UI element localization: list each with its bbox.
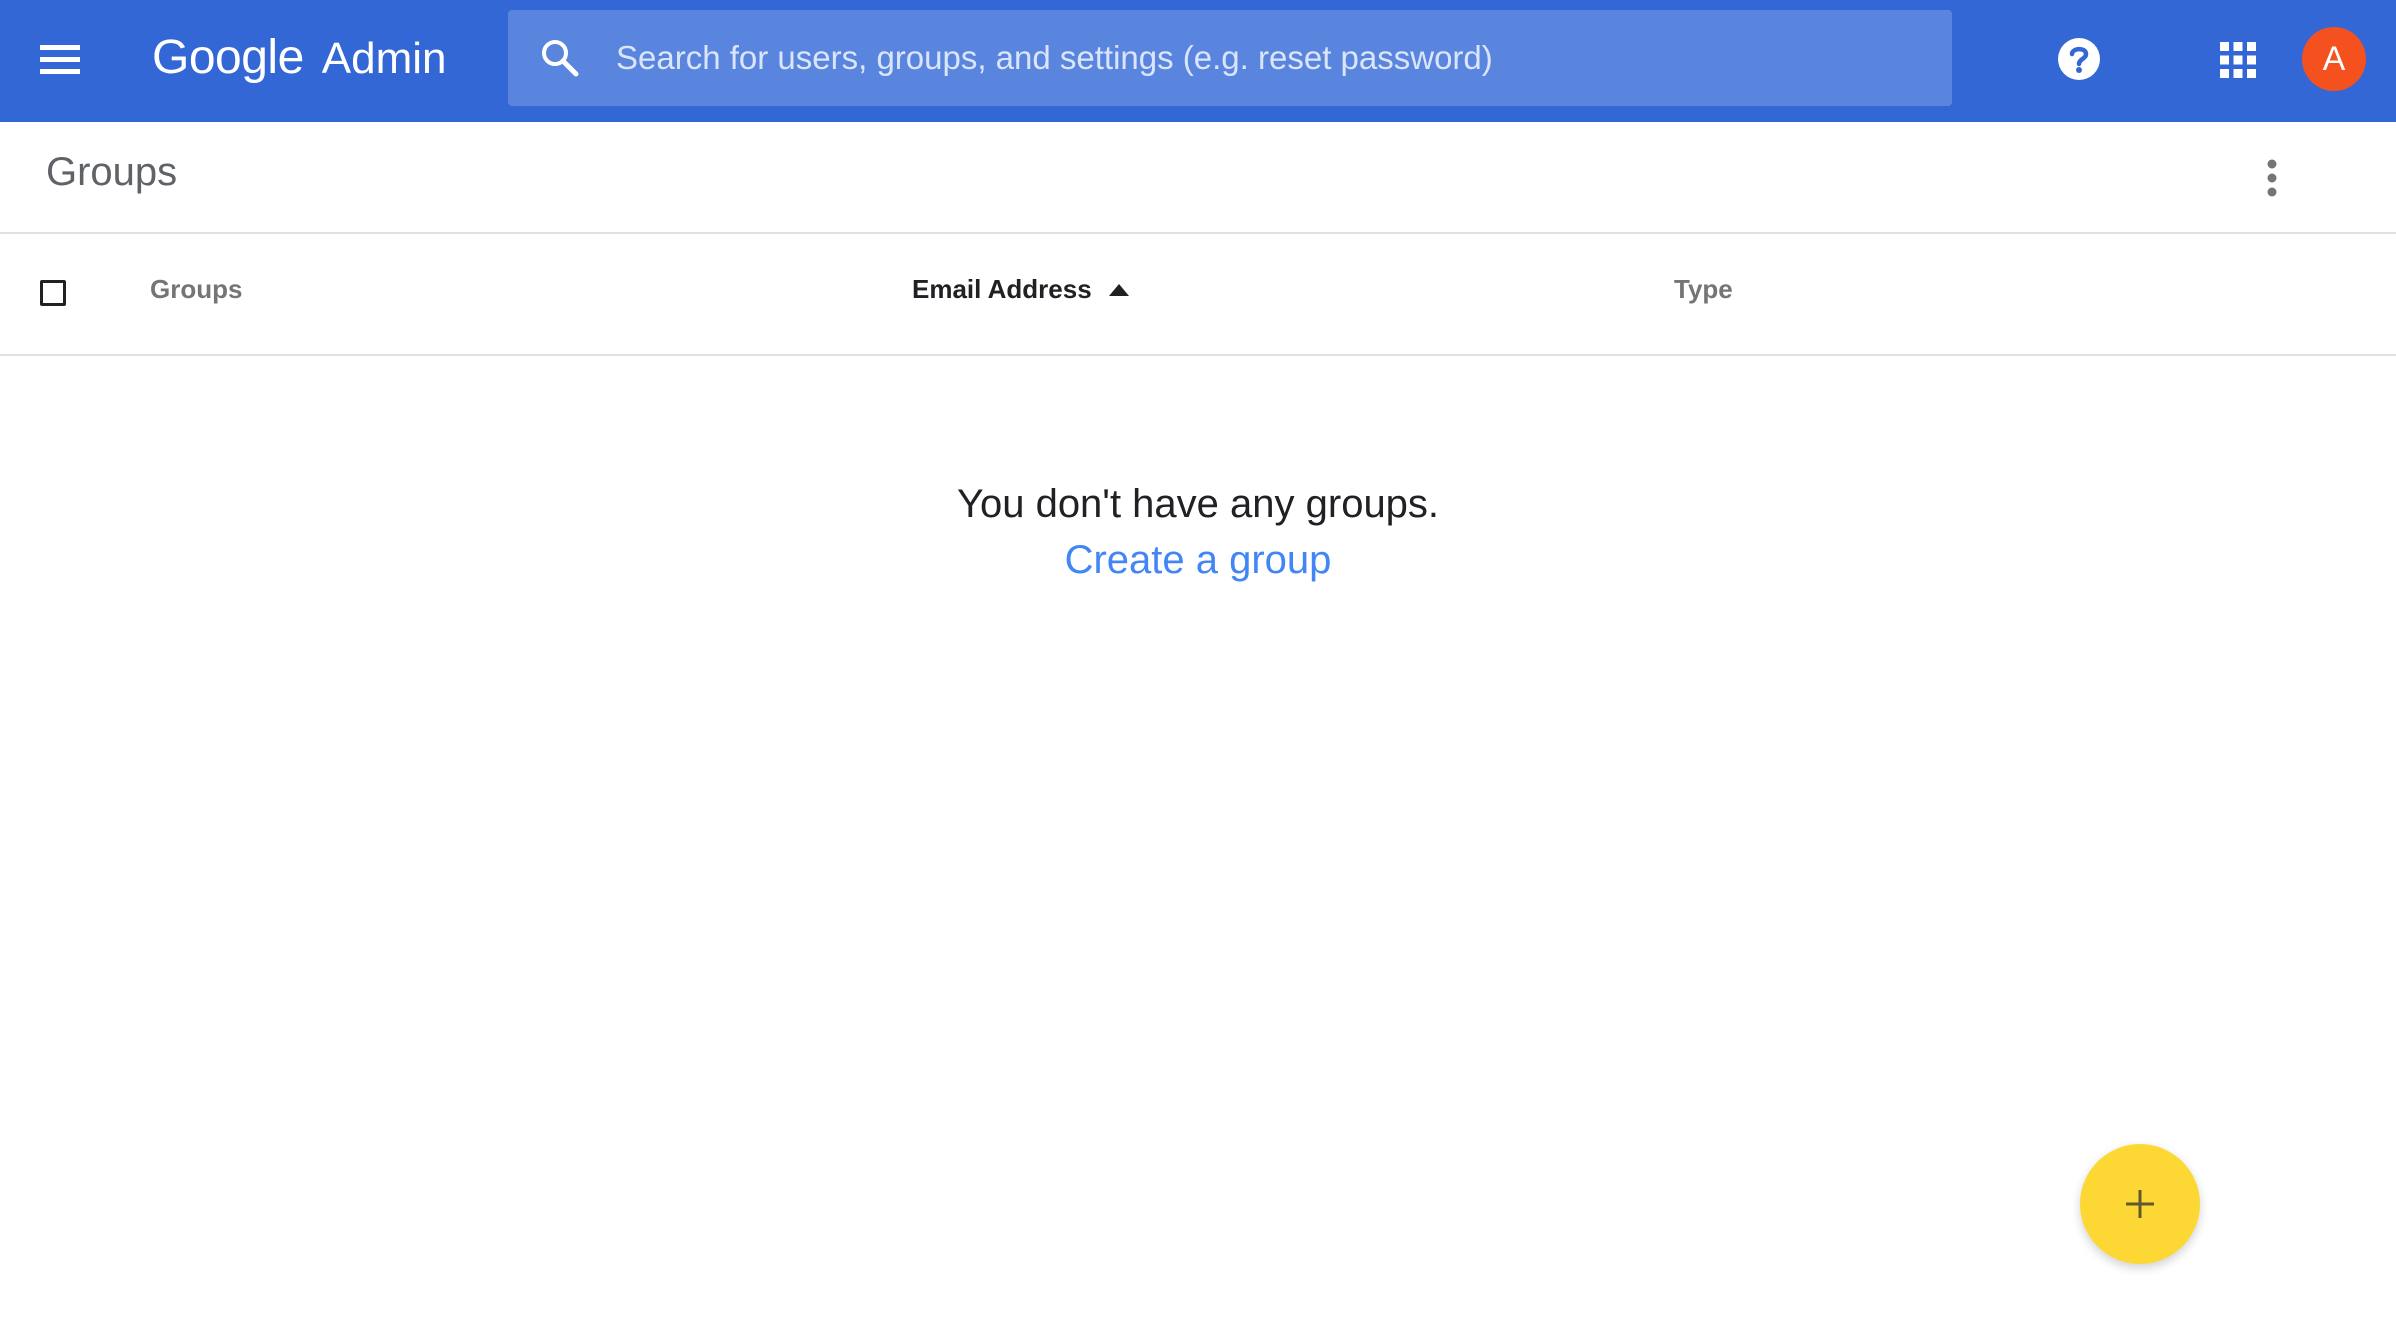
- search-bar: [508, 10, 1952, 106]
- table-header: Groups Email Address Type: [0, 234, 2396, 356]
- create-group-link[interactable]: Create a group: [1065, 532, 1332, 588]
- top-app-bar: Google Admin A: [0, 0, 2396, 122]
- brand-google-text: Google: [152, 31, 304, 84]
- empty-state: You don't have any groups. Create a grou…: [0, 476, 2396, 588]
- page-header: Groups: [0, 122, 2396, 234]
- apps-button[interactable]: [2218, 40, 2258, 80]
- brand-product-text: Admin: [321, 34, 447, 83]
- column-header-email-address-label: Email Address: [912, 274, 1092, 304]
- account-avatar[interactable]: A: [2302, 27, 2366, 91]
- column-header-groups[interactable]: Groups: [150, 274, 242, 305]
- page-title: Groups: [46, 150, 178, 194]
- select-all-checkbox[interactable]: [40, 280, 66, 306]
- help-button[interactable]: [2056, 36, 2102, 82]
- google-admin-logo[interactable]: Google Admin: [152, 30, 447, 90]
- sort-ascending-icon: [1108, 283, 1129, 296]
- add-icon: [2126, 1190, 2154, 1218]
- hamburger-menu-icon: [40, 45, 80, 74]
- column-header-email-address[interactable]: Email Address: [912, 274, 1130, 305]
- empty-state-message: You don't have any groups.: [956, 482, 1440, 526]
- more-options-button[interactable]: [2254, 156, 2290, 200]
- main-menu-button[interactable]: [40, 37, 90, 83]
- search-icon[interactable]: [540, 38, 580, 78]
- more-vert-icon: [2267, 159, 2277, 197]
- column-header-type[interactable]: Type: [1674, 274, 1733, 305]
- add-group-fab[interactable]: [2080, 1144, 2200, 1264]
- apps-grid-icon: [2220, 42, 2256, 78]
- help-icon: [2058, 38, 2100, 80]
- search-input[interactable]: [616, 30, 1916, 86]
